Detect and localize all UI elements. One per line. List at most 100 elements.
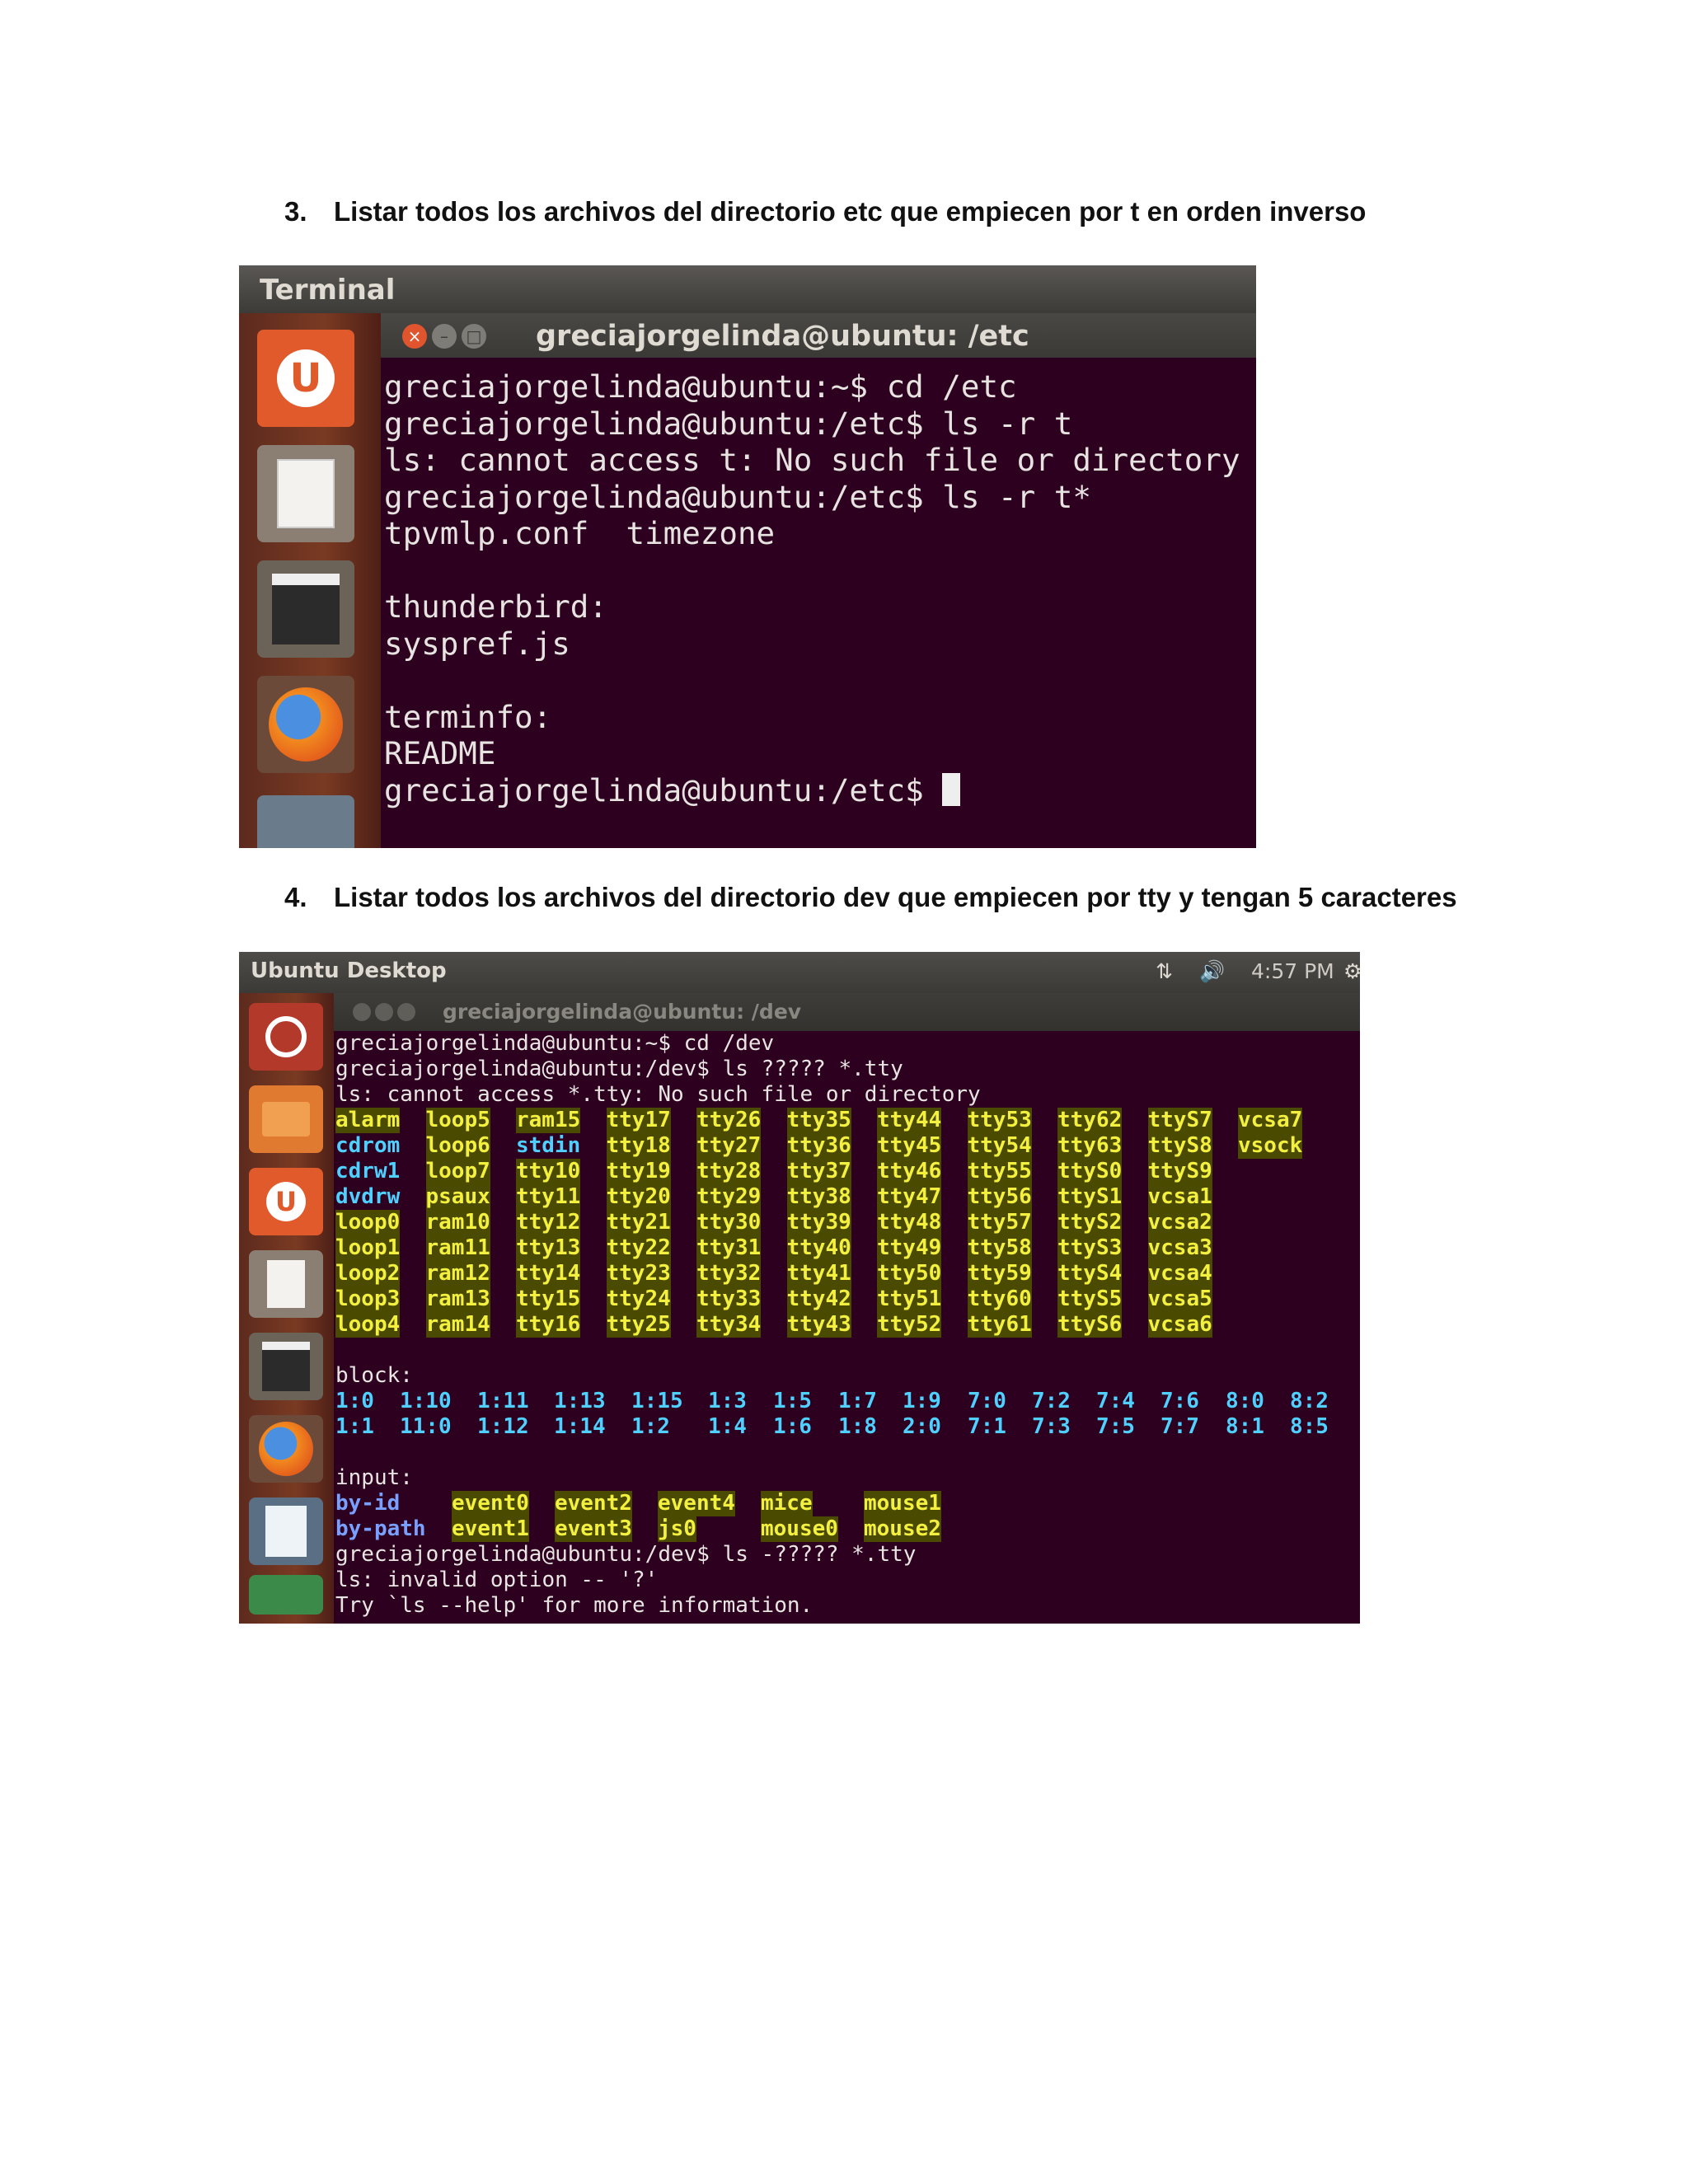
block-entry: 7:5 xyxy=(1096,1414,1135,1439)
block-entry: 8:2 xyxy=(1290,1389,1329,1413)
dev-entry: loop1 xyxy=(335,1235,401,1261)
dev-entry: ram15 xyxy=(516,1108,581,1133)
block-entry: 1:2 xyxy=(631,1414,670,1439)
firefox-icon[interactable] xyxy=(257,676,354,773)
dev-entry: tty30 xyxy=(696,1210,762,1235)
dev-entry: tty10 xyxy=(516,1159,581,1184)
dev-listing-row: loop0 ram10 tty12 tty21 tty30 tty39 tty48 tty57… xyxy=(335,1210,1357,1235)
input-entry: mouse0 xyxy=(761,1516,838,1542)
dev-entry: tty25 xyxy=(606,1312,671,1338)
dev-entry: tty43 xyxy=(786,1312,851,1338)
block-entry: 1:10 xyxy=(400,1389,452,1413)
network-icon[interactable]: ⇅ xyxy=(1156,959,1173,983)
dev-entry: psaux xyxy=(425,1184,490,1210)
close-icon[interactable]: × xyxy=(402,324,427,349)
minimize-icon[interactable] xyxy=(375,1003,393,1021)
video-editor-icon[interactable] xyxy=(249,1333,323,1400)
terminal-line: greciajorgelinda@ubuntu:~$ cd /etc xyxy=(384,368,1017,405)
heading-3: 3. Listar todos los archivos del director… xyxy=(284,196,1366,227)
dev-entry: tty21 xyxy=(606,1210,671,1235)
dev-entry: ttyS1 xyxy=(1057,1184,1123,1210)
dev-listing-row: loop4 ram14 tty16 tty25 tty34 tty43 tty52 tty61… xyxy=(335,1312,1357,1338)
heading-4: 4. Listar todos los archivos del director… xyxy=(284,882,1457,913)
terminal-cursor xyxy=(942,772,961,806)
dev-entry: tty37 xyxy=(786,1159,851,1184)
ubuntu-one-music-icon[interactable]: U xyxy=(257,330,354,427)
dev-entry: tty48 xyxy=(877,1210,942,1235)
dev-entry: ttyS3 xyxy=(1057,1235,1123,1261)
block-entry: 8:0 xyxy=(1226,1389,1264,1413)
dev-entry: tty47 xyxy=(877,1184,942,1210)
app-title: Terminal xyxy=(260,274,396,307)
dev-entry: tty40 xyxy=(786,1235,851,1261)
block-entry: 1:13 xyxy=(554,1389,606,1413)
panel-title: Ubuntu Desktop xyxy=(251,958,447,983)
firefox-icon[interactable] xyxy=(249,1415,323,1483)
block-entry: 1:8 xyxy=(838,1414,877,1439)
dev-entry: tty27 xyxy=(696,1133,762,1159)
maximize-icon[interactable] xyxy=(397,1003,415,1021)
dev-entry: tty63 xyxy=(1057,1133,1123,1159)
terminal-line: Try `ls --help' for more information. xyxy=(335,1593,814,1618)
dev-entry: tty33 xyxy=(696,1286,762,1312)
minimize-icon[interactable]: – xyxy=(432,324,457,349)
document-icon[interactable] xyxy=(257,795,354,848)
dash-home-icon[interactable] xyxy=(249,1003,323,1071)
dev-entry: tty58 xyxy=(967,1235,1032,1261)
document-writer-icon[interactable] xyxy=(249,1497,323,1565)
block-entry: 1:0 xyxy=(335,1389,374,1413)
block-entry: 1:14 xyxy=(554,1414,606,1439)
maximize-icon[interactable]: □ xyxy=(462,324,486,349)
video-editor-icon[interactable] xyxy=(257,560,354,658)
block-entry: 1:12 xyxy=(477,1414,529,1439)
dev-entry: tty15 xyxy=(516,1286,581,1312)
block-entry: 1:5 xyxy=(773,1389,812,1413)
files-folder-icon[interactable] xyxy=(249,1085,323,1153)
dev-entry: tty16 xyxy=(516,1312,581,1338)
dev-entry: vcsa1 xyxy=(1147,1184,1212,1210)
input-entry: by-path xyxy=(335,1516,426,1541)
heading-4-number: 4. xyxy=(284,882,307,912)
dev-entry: tty42 xyxy=(786,1286,851,1312)
block-entry: 7:0 xyxy=(968,1389,1006,1413)
text-editor-icon[interactable] xyxy=(257,445,354,542)
close-icon[interactable] xyxy=(353,1003,371,1021)
block-entry: 1:1 xyxy=(335,1414,374,1439)
ubuntu-one-music-icon[interactable]: U xyxy=(249,1168,323,1235)
clock[interactable]: 4:57 PM xyxy=(1251,959,1334,983)
settings-gear-icon[interactable]: ⚙ xyxy=(1343,959,1360,983)
heading-3-text: Listar todos los archivos del directorio… xyxy=(334,196,1367,227)
dev-entry: tty44 xyxy=(877,1108,942,1133)
input-entry: by-id xyxy=(335,1491,401,1516)
dev-entry: stdin xyxy=(516,1133,581,1158)
dev-entry: tty59 xyxy=(967,1261,1032,1286)
terminal-line: thunderbird: xyxy=(384,588,607,625)
text-editor-icon[interactable] xyxy=(249,1250,323,1318)
dev-entry: vcsa2 xyxy=(1147,1210,1212,1235)
dev-entry: loop2 xyxy=(335,1261,401,1286)
dev-listing-row: dvdrw psaux tty11 tty20 tty29 tty38 tty47 tty56… xyxy=(335,1184,1357,1210)
dev-entry: tty14 xyxy=(516,1261,581,1286)
block-entry: 7:3 xyxy=(1032,1414,1071,1439)
dev-entry: ttyS9 xyxy=(1147,1159,1212,1184)
dev-entry: ttyS6 xyxy=(1057,1312,1123,1338)
spreadsheet-icon[interactable] xyxy=(249,1575,323,1615)
terminal-output[interactable]: greciajorgelinda@ubuntu:~$ cd /dev grecia… xyxy=(335,1031,1357,1619)
dev-entry: vcsa7 xyxy=(1238,1108,1303,1133)
dev-entry: tty61 xyxy=(967,1312,1032,1338)
block-entry: 7:1 xyxy=(968,1414,1006,1439)
dev-entry: tty60 xyxy=(967,1286,1032,1312)
dev-entry: tty34 xyxy=(696,1312,762,1338)
input-entry: mice xyxy=(761,1491,813,1516)
dev-entry: vcsa3 xyxy=(1147,1235,1212,1261)
block-entry: 7:6 xyxy=(1160,1389,1199,1413)
dev-entry: tty12 xyxy=(516,1210,581,1235)
terminal-line: syspref.js xyxy=(384,625,570,662)
dev-entry: tty31 xyxy=(696,1235,762,1261)
terminal-line: tpvmlp.conf timezone xyxy=(384,515,776,551)
volume-icon[interactable]: 🔊 xyxy=(1199,959,1225,984)
terminal-output[interactable]: greciajorgelinda@ubuntu:~$ cd /etc grecia… xyxy=(384,368,1250,808)
dev-entry: tty55 xyxy=(967,1159,1032,1184)
dev-entry: ttyS0 xyxy=(1057,1159,1123,1184)
